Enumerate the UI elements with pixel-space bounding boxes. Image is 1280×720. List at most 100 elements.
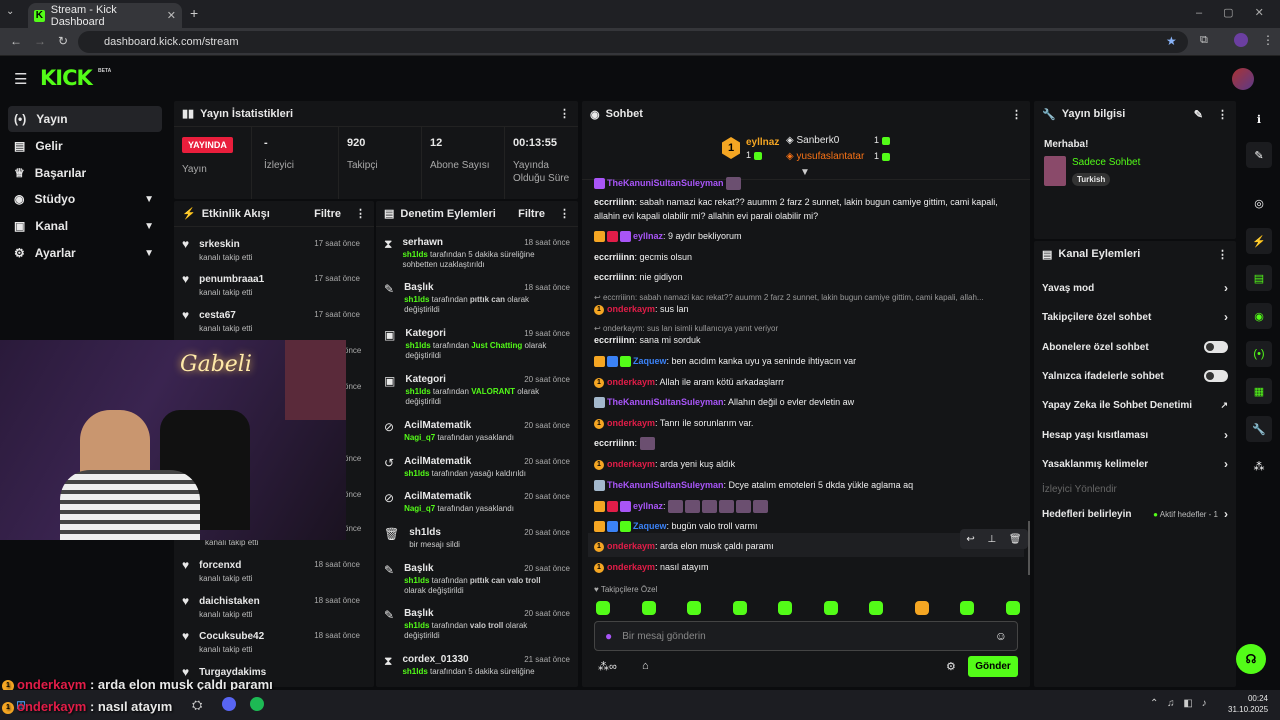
delete-icon[interactable]: 🗑 — [1009, 534, 1022, 545]
more-icon[interactable]: ⋮ — [1217, 108, 1228, 121]
kick-logo[interactable]: KICK — [40, 66, 93, 90]
more-icon[interactable]: ⋮ — [559, 207, 570, 220]
extensions-icon[interactable]: ⧉ — [1200, 34, 1208, 47]
action-subscribers-only[interactable]: Abonelere özel sohbet — [1042, 333, 1228, 361]
store-icon[interactable]: ⌂ — [642, 660, 649, 672]
emotes-only-toggle[interactable] — [1204, 370, 1228, 382]
chat-message: TheKanuniSultanSuleyman — [594, 177, 1024, 191]
edit-icon[interactable]: ✎ — [1194, 108, 1203, 121]
hamburger-menu-icon[interactable]: ☰ — [14, 70, 27, 88]
send-button[interactable]: Gönder — [968, 656, 1018, 677]
activity-time: 18 saat önce — [314, 560, 360, 569]
tray-icons[interactable]: ⌃ ♫ ◧ ♪ — [1150, 698, 1207, 709]
tools-icon[interactable]: 🔧 — [1246, 416, 1272, 442]
action-ai-moderation[interactable]: Yapay Zeka ile Sohbet Denetimi ↗ — [1042, 391, 1228, 419]
emote[interactable] — [960, 601, 975, 615]
emote[interactable] — [687, 601, 702, 615]
browser-menu-icon[interactable]: ⋮ — [1262, 33, 1274, 47]
nav-item-stream[interactable]: (•) Yayın — [8, 106, 162, 132]
pin-icon[interactable]: ⊥ — [987, 534, 996, 545]
notes-icon[interactable]: ▤ — [1246, 265, 1272, 291]
nav-item-revenue[interactable]: ▤ Gelir — [8, 133, 162, 159]
chat-input[interactable]: ● Bir mesaj gönderin ☺ — [594, 621, 1018, 651]
action-followers-only[interactable]: Takipçilere özel sohbet › — [1042, 303, 1228, 331]
spotify-icon[interactable] — [250, 697, 264, 711]
activity-time: 17 saat önce — [314, 310, 360, 319]
gifter-row-2: ◈ Sanberk0 — [786, 135, 840, 146]
microphone-icon[interactable]: ● — [605, 629, 612, 643]
stat-value: - — [264, 137, 268, 149]
nav-item-settings[interactable]: ⚙ Ayarlar ▼ — [8, 240, 162, 266]
activity-item: ♥ cesta67 kanalı takip etti 17 saat önce — [182, 308, 368, 342]
points-icon[interactable]: ⁂∞ — [598, 660, 617, 673]
emote[interactable] — [914, 601, 929, 615]
stat-value: 00:13:55 — [513, 137, 558, 149]
webcam-icon[interactable]: ◎ — [1246, 190, 1272, 216]
gifter-row-3: ◈ yusufaslantatar — [786, 151, 865, 162]
action-account-age[interactable]: Hesap yaşı kısıtlaması › — [1042, 421, 1228, 449]
new-tab-icon[interactable]: + — [190, 5, 198, 21]
chat-icon[interactable]: ◉ — [1246, 303, 1272, 329]
subscribers-only-toggle[interactable] — [1204, 341, 1228, 353]
top-gifter-badge: 1 — [722, 137, 740, 159]
emote[interactable] — [778, 601, 793, 615]
more-icon[interactable]: ⋮ — [355, 207, 366, 220]
broadcast-icon[interactable]: (•) — [1246, 341, 1272, 367]
emote[interactable] — [641, 601, 656, 615]
emote[interactable] — [732, 601, 747, 615]
action-raid: İzleyici Yönlendir — [1042, 475, 1228, 503]
action-slow-mode[interactable]: Yavaş mod › — [1042, 274, 1228, 302]
reply-icon[interactable]: ↩ — [966, 534, 974, 545]
forward-icon[interactable]: → — [34, 34, 46, 48]
activity-user: cesta67 — [199, 310, 236, 321]
panel-title: Yayın İstatistikleri — [200, 107, 294, 120]
emote[interactable] — [869, 601, 884, 615]
tab-search-icon[interactable]: ⌄ — [6, 6, 14, 17]
nav-item-achievements[interactable]: ♕ Başarılar — [8, 160, 162, 186]
gifter-count-3: 1 — [874, 151, 892, 161]
emote[interactable] — [596, 601, 610, 615]
mod-item: ⊘ AcilMatematik Nagi_q7 tarafından yasakla… — [384, 491, 570, 514]
emote[interactable] — [1005, 601, 1020, 615]
users-icon[interactable]: ⁂ — [1246, 453, 1272, 479]
activity-time-partial: önce — [344, 454, 362, 463]
filter-button[interactable]: Filtre — [314, 208, 341, 220]
more-icon[interactable]: ⋮ — [1217, 248, 1228, 261]
filter-button[interactable]: Filtre — [518, 208, 545, 220]
clock[interactable]: 00:24 31.10.2025 — [1228, 693, 1268, 715]
mod-item: 🗑 sh1lds bir mesajı sildi 20 saat önce — [384, 527, 570, 550]
bookmark-star-icon[interactable]: ★ — [1166, 34, 1177, 48]
action-emotes-only[interactable]: Yalnızca ifadelerle sohbet — [1042, 362, 1228, 390]
discord-icon[interactable] — [222, 697, 236, 711]
back-icon[interactable]: ← — [10, 34, 22, 48]
more-icon[interactable]: ⋮ — [559, 107, 570, 120]
nav-item-channel[interactable]: ▣ Kanal ▼ — [8, 213, 162, 239]
url-field[interactable]: dashboard.kick.com/stream — [78, 31, 1188, 53]
action-goals[interactable]: Hedefleri belirleyin ● Aktif hedefler - 1… — [1042, 500, 1228, 528]
support-icon[interactable]: ☊ — [1236, 644, 1266, 674]
window-controls[interactable]: – ▢ ✕ — [1196, 6, 1264, 19]
emoji-icon[interactable]: ☺ — [995, 629, 1007, 643]
emote[interactable] — [823, 601, 838, 615]
edit-pencil-icon[interactable]: ✎ — [1246, 142, 1272, 168]
profile-avatar[interactable] — [1234, 33, 1248, 47]
more-icon[interactable]: ⋮ — [1011, 108, 1022, 121]
mod-time: 20 saat önce — [524, 492, 570, 501]
chat-settings-icon[interactable]: ⚙ — [946, 660, 956, 673]
info-icon[interactable]: ℹ — [1246, 106, 1272, 132]
layout-icon[interactable]: ▦ — [1246, 378, 1272, 404]
activity-time-partial: önce — [344, 524, 362, 533]
user-avatar[interactable] — [1232, 68, 1254, 90]
browser-tab[interactable]: K Stream - Kick Dashboard ✕ — [28, 3, 182, 28]
poster — [285, 340, 346, 420]
nav-item-studio[interactable]: ◉ Stüdyo ▼ — [8, 186, 162, 212]
scrollbar[interactable] — [1028, 521, 1030, 575]
reload-icon[interactable]: ↻ — [58, 34, 68, 48]
action-banned-words[interactable]: Yasaklanmış kelimeler › — [1042, 450, 1228, 478]
taskbar-app-icon[interactable]: ⛭ — [192, 697, 202, 713]
mod-desc: bir mesajı sildi — [409, 540, 460, 549]
language-tag: Turkish — [1072, 173, 1111, 186]
close-tab-icon[interactable]: ✕ — [167, 9, 176, 22]
top-gifter-name[interactable]: eyllnaz — [746, 137, 779, 148]
lightning-icon[interactable]: ⚡ — [1246, 228, 1272, 254]
